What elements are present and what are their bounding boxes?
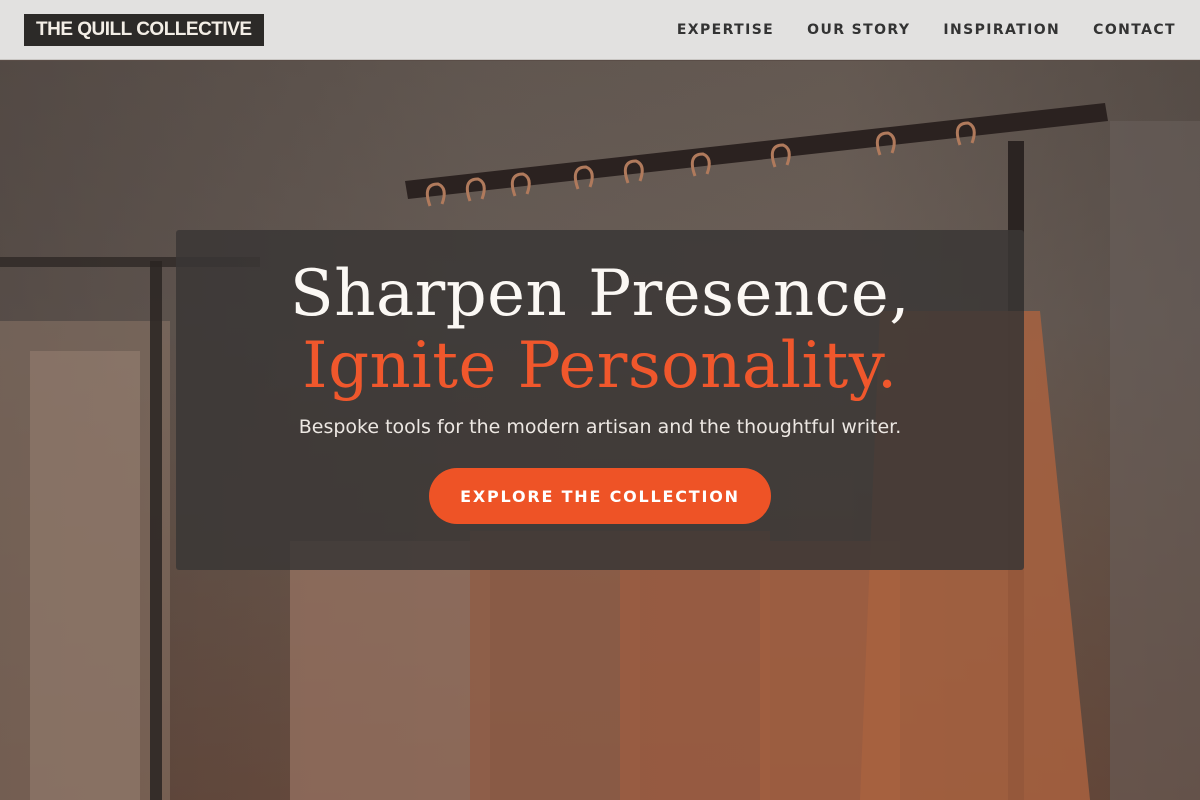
main-nav: EXPERTISE OUR STORY INSPIRATION CONTACT — [677, 0, 1176, 60]
hero-card: Sharpen Presence, Ignite Personality. Be… — [176, 230, 1024, 570]
garment-shape — [290, 541, 490, 800]
headline-line-2-accent: Ignite Personality. — [302, 329, 898, 403]
rack-bar — [405, 103, 1108, 199]
garment-shape — [470, 531, 640, 800]
site-header: THE QUILL COLLECTIVE EXPERTISE OUR STORY… — [0, 0, 1200, 60]
nav-link-our-story[interactable]: OUR STORY — [807, 22, 910, 38]
hero-headline: Sharpen Presence, Ignite Personality. — [176, 230, 1024, 402]
headline-line-1: Sharpen Presence, — [289, 257, 911, 331]
hero-section: Sharpen Presence, Ignite Personality. Be… — [0, 61, 1200, 800]
garment-shape — [620, 531, 770, 800]
explore-collection-button[interactable]: EXPLORE THE COLLECTION — [429, 468, 771, 524]
garment-shape — [30, 351, 140, 800]
nav-link-contact[interactable]: CONTACT — [1093, 22, 1176, 38]
nav-link-inspiration[interactable]: INSPIRATION — [943, 22, 1060, 38]
nav-link-expertise[interactable]: EXPERTISE — [677, 22, 774, 38]
wall-shadow — [1110, 121, 1200, 800]
brand-logo[interactable]: THE QUILL COLLECTIVE — [24, 14, 264, 46]
hero-subtitle: Bespoke tools for the modern artisan and… — [298, 416, 902, 438]
rack-pole — [150, 261, 162, 800]
